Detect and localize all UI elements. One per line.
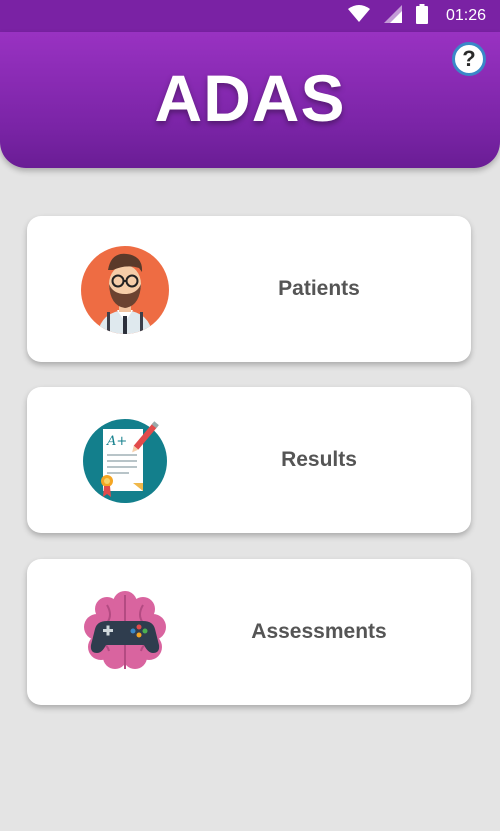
assessments-button[interactable]: Assessments [27,559,471,705]
signal-icon [383,4,402,28]
wifi-icon [347,4,370,28]
patients-label: Patients [278,277,360,300]
app-title: ADAS [154,61,346,135]
app-header: ADAS ? [0,32,500,168]
patients-button[interactable]: Patients [27,216,471,362]
assessments-label: Assessments [251,620,387,643]
help-icon: ? [462,46,476,71]
status-bar: 01:26 [0,0,500,32]
battery-icon [415,3,428,29]
results-label: Results [281,448,357,471]
graded-paper-icon: A+ [77,413,173,509]
svg-text:A+: A+ [106,434,127,449]
brain-gamepad-icon [77,585,173,681]
help-button[interactable]: ? [452,42,486,76]
results-button[interactable]: A+ Results [27,387,471,533]
doctor-avatar-icon [77,242,173,338]
status-time: 01:26 [445,7,486,24]
